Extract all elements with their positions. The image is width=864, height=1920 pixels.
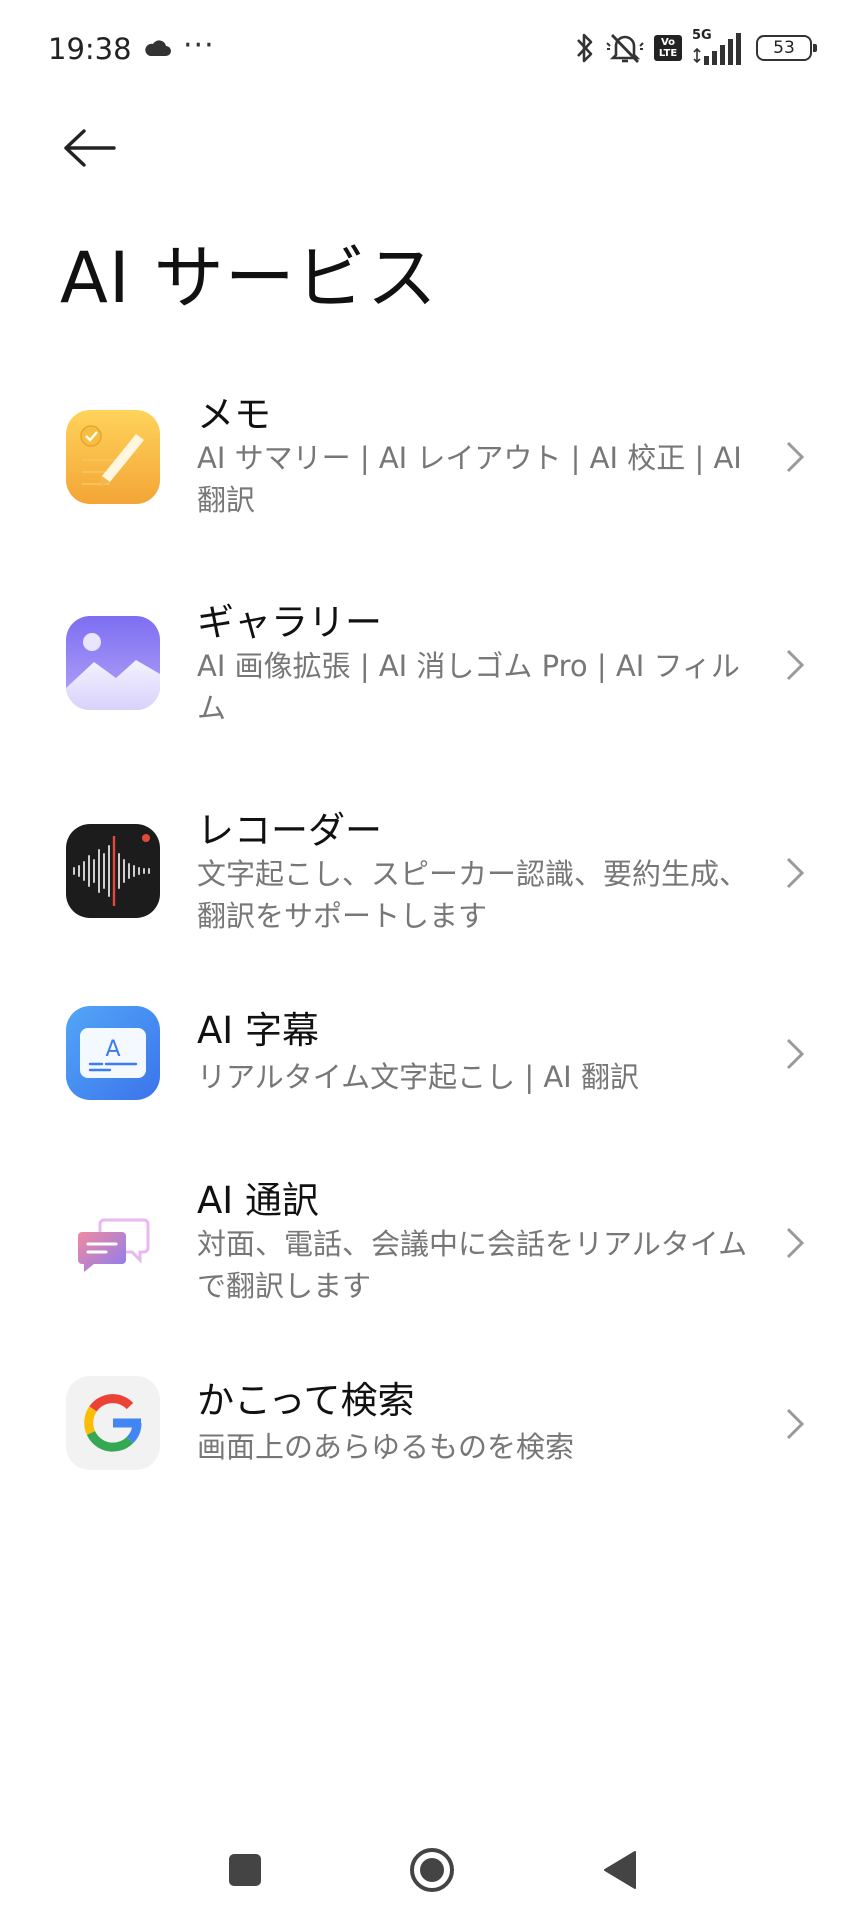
chevron-right-icon — [786, 1227, 805, 1259]
interpreter-icon — [66, 1200, 160, 1294]
status-icons: Vo LTE 5G 53 — [574, 28, 817, 66]
service-item-gallery[interactable]: ギャラリー AI 画像拡張 | AI 消しゴム Pro | AI フィルム — [0, 588, 864, 748]
triangle-back-icon — [604, 1851, 636, 1889]
gallery-icon — [66, 616, 160, 710]
page-title: AI サービス — [60, 237, 438, 319]
item-subtitle: AI サマリー | AI レイアウト | AI 校正 | AI 翻訳 — [197, 441, 742, 517]
volte-top: Vo — [660, 37, 676, 48]
chevron-right-icon — [786, 441, 805, 473]
google-icon — [66, 1376, 160, 1470]
item-subtitle: AI 画像拡張 | AI 消しゴム Pro | AI フィルム — [197, 649, 740, 725]
item-title: AI 通訳 — [197, 1179, 319, 1222]
item-subtitle: 対面、電話、会議中に会話をリアルタイムで翻訳します — [197, 1227, 748, 1303]
item-title: AI 字幕 — [197, 1009, 319, 1052]
subtitles-icon: A — [66, 1006, 160, 1100]
arrow-left-icon — [64, 129, 116, 167]
item-subtitle: 文字起こし、スピーカー認識、要約生成、翻訳をサポートします — [197, 857, 749, 933]
item-subtitle: リアルタイム文字起こし | AI 翻訳 — [197, 1060, 639, 1094]
back-button[interactable] — [62, 124, 122, 172]
home-button[interactable] — [402, 1840, 462, 1900]
chevron-right-icon — [786, 1038, 805, 1070]
battery-indicator: 53 — [756, 35, 817, 61]
back-nav-button[interactable] — [590, 1840, 650, 1900]
square-icon — [229, 1854, 261, 1886]
status-bar: 19:38 ··· Vo LTE 5G 53 — [0, 0, 864, 100]
service-item-notes[interactable]: メモ AI サマリー | AI レイアウト | AI 校正 | AI 翻訳 — [0, 380, 864, 540]
service-item-circle-to-search[interactable]: かこって検索 画面上のあらゆるものを検索 — [0, 1372, 864, 1492]
signal-icon: 5G — [692, 28, 746, 66]
item-title: レコーダー — [197, 809, 382, 852]
item-title: メモ — [197, 393, 271, 436]
recorder-icon — [66, 824, 160, 918]
recents-button[interactable] — [215, 1840, 275, 1900]
service-item-recorder[interactable]: レコーダー 文字起こし、スピーカー認識、要約生成、翻訳をサポートします — [0, 796, 864, 956]
item-title: かこって検索 — [197, 1379, 415, 1422]
chevron-right-icon — [786, 1408, 805, 1440]
overflow-dots: ··· — [183, 28, 215, 63]
cloud-icon — [142, 38, 172, 62]
svg-text:A: A — [105, 1037, 120, 1062]
circle-icon — [410, 1848, 454, 1892]
service-item-ai-subtitles[interactable]: A AI 字幕 リアルタイム文字起こし | AI 翻訳 — [0, 1002, 864, 1122]
notes-icon — [66, 410, 160, 504]
mute-bell-icon — [606, 31, 644, 65]
status-time: 19:38 — [48, 32, 132, 66]
volte-badge: Vo LTE — [654, 35, 682, 61]
chevron-right-icon — [786, 857, 805, 889]
navigation-bar — [0, 1840, 864, 1900]
chevron-right-icon — [786, 649, 805, 681]
item-subtitle: 画面上のあらゆるものを検索 — [197, 1430, 575, 1464]
bluetooth-icon — [574, 31, 596, 65]
item-title: ギャラリー — [197, 601, 382, 644]
service-item-ai-interpreter[interactable]: AI 通訳 対面、電話、会議中に会話をリアルタイムで翻訳します — [0, 1166, 864, 1326]
volte-bottom: LTE — [658, 48, 678, 59]
